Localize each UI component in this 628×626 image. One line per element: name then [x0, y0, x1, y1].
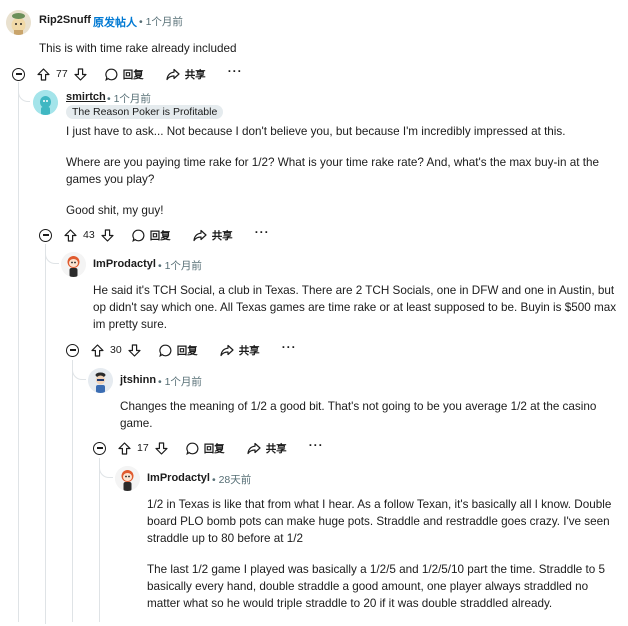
username[interactable]: smirtch [66, 91, 106, 103]
avatar[interactable] [33, 90, 58, 115]
share-button[interactable]: 共享 [247, 441, 287, 456]
comment-paragraph: Good shit, my guy! [66, 204, 164, 217]
reply-label: 回复 [122, 68, 144, 81]
downvote-icon[interactable] [155, 441, 168, 455]
downvote-icon[interactable] [74, 67, 87, 81]
thread-line [45, 244, 46, 624]
share-icon [247, 442, 261, 455]
timestamp: • 1个月前 [158, 260, 202, 272]
share-icon [166, 68, 180, 81]
reply-button[interactable]: 回复 [104, 67, 144, 82]
upvote-icon[interactable] [37, 67, 50, 81]
share-button[interactable]: 共享 [193, 228, 233, 243]
share-label: 共享 [265, 442, 287, 455]
timestamp: • 1个月前 [158, 376, 202, 388]
more-options-icon[interactable]: ··· [228, 64, 243, 78]
collapse-icon[interactable] [12, 67, 25, 81]
thread-connector [72, 360, 86, 380]
thread-line [18, 82, 19, 622]
vote-count: 30 [110, 344, 122, 356]
username[interactable]: ImProdactyl [147, 472, 210, 484]
op-badge: 原发帖人 [93, 17, 137, 29]
reply-label: 回复 [203, 442, 225, 455]
reply-button[interactable]: 回复 [158, 343, 198, 358]
upvote-icon[interactable] [64, 228, 77, 242]
more-options-icon[interactable]: ··· [309, 438, 324, 452]
comment-bubble-icon [158, 344, 172, 357]
comment-body: He said it's TCH Social, a club in Texas… [93, 282, 619, 347]
vote-count: 17 [137, 442, 149, 454]
more-options-icon[interactable]: ··· [255, 225, 270, 239]
username[interactable]: jtshinn [120, 374, 156, 386]
downvote-icon[interactable] [101, 228, 114, 242]
comment-actions: 17 回复 共享 ··· [93, 438, 324, 458]
reply-button[interactable]: 回复 [185, 441, 225, 456]
avatar[interactable] [115, 466, 140, 491]
comment-body: I just have to ask... Not because I don'… [66, 123, 614, 233]
avatar[interactable] [88, 368, 113, 393]
comment-actions: 77 回复 共享 ··· [12, 64, 243, 84]
share-button[interactable]: 共享 [166, 67, 206, 82]
timestamp: • 1个月前 [139, 16, 183, 28]
reply-label: 回复 [176, 344, 198, 357]
thread-line [72, 360, 73, 622]
share-icon [193, 229, 207, 242]
thread-connector [99, 458, 113, 478]
user-flair: The Reason Poker is Profitable [66, 105, 224, 119]
collapse-icon[interactable] [93, 441, 106, 455]
thread-connector [45, 244, 59, 264]
timestamp: • 28天前 [212, 474, 252, 486]
comment-paragraph: This is with time rake already included [39, 42, 237, 55]
timestamp: • 1个月前 [107, 93, 151, 105]
reply-button[interactable]: 回复 [131, 228, 171, 243]
comment-paragraph: He said it's TCH Social, a club in Texas… [93, 284, 617, 331]
share-label: 共享 [238, 344, 260, 357]
vote-count: 77 [56, 68, 68, 80]
share-icon [220, 344, 234, 357]
comment-paragraph: 1/2 in Texas is like that from what I he… [147, 498, 612, 545]
share-label: 共享 [184, 68, 206, 81]
avatar[interactable] [61, 252, 86, 277]
username[interactable]: Rip2Snuff [39, 14, 91, 26]
comment-paragraph: The last 1/2 game I played was basically… [147, 563, 606, 610]
downvote-icon[interactable] [128, 343, 141, 357]
comment-paragraph: Where are you paying time rake for 1/2? … [66, 156, 599, 186]
reply-label: 回复 [149, 229, 171, 242]
comment-bubble-icon [185, 442, 199, 455]
vote-count: 43 [83, 229, 95, 241]
share-button[interactable]: 共享 [220, 343, 260, 358]
comment-bubble-icon [131, 229, 145, 242]
comment-paragraph: I just have to ask... Not because I don'… [66, 125, 566, 138]
comment-bubble-icon [104, 68, 118, 81]
comment-paragraph: Changes the meaning of 1/2 a good bit. T… [120, 400, 597, 430]
more-options-icon[interactable]: ··· [282, 340, 297, 354]
upvote-icon[interactable] [118, 441, 131, 455]
thread-connector [18, 82, 30, 102]
username[interactable]: ImProdactyl [93, 258, 156, 270]
avatar[interactable] [6, 10, 31, 35]
collapse-icon[interactable] [66, 343, 79, 357]
comment-body: 1/2 in Texas is like that from what I he… [147, 496, 617, 626]
upvote-icon[interactable] [91, 343, 104, 357]
collapse-icon[interactable] [39, 228, 52, 242]
comment-actions: 30 回复 共享 ··· [66, 340, 297, 360]
thread-line [99, 458, 100, 622]
share-label: 共享 [211, 229, 233, 242]
comment-actions: 43 回复 共享 ··· [39, 225, 270, 245]
